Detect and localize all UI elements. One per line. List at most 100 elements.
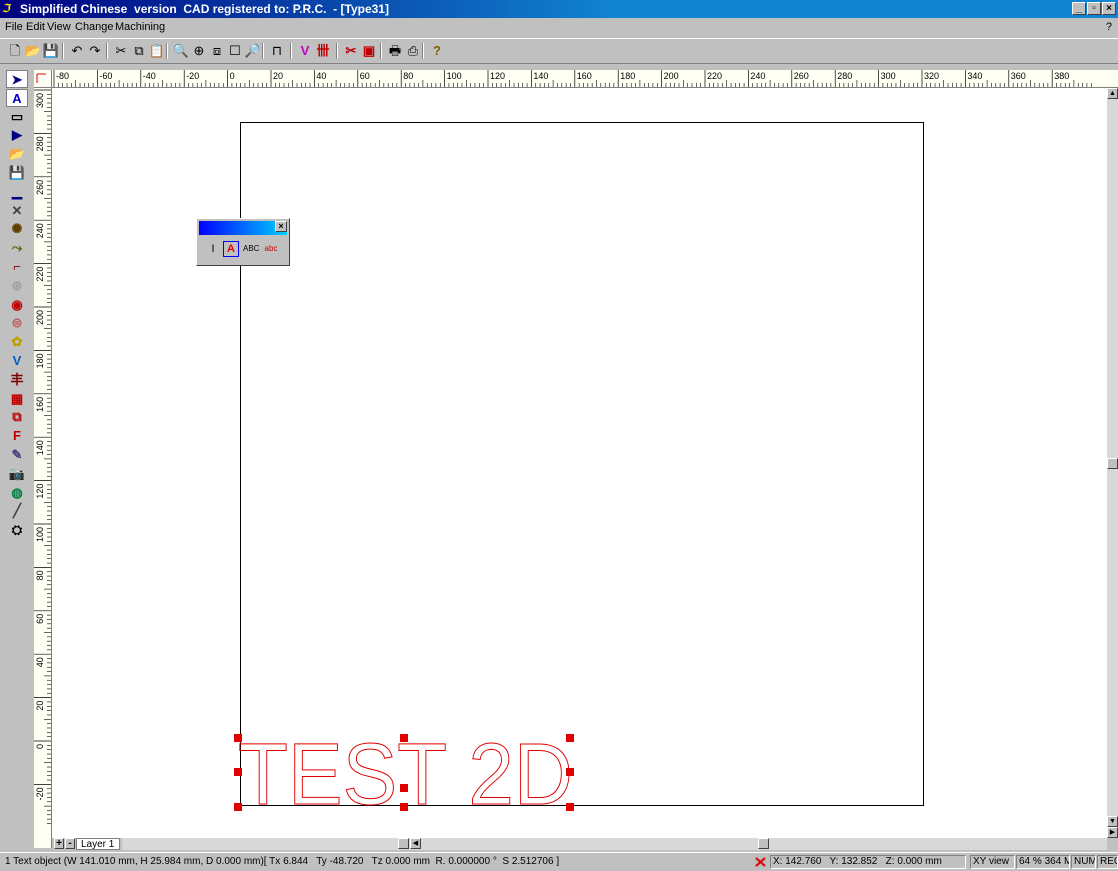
simulate-icon[interactable]: ▣ <box>360 42 378 60</box>
machine-icon[interactable]: ⛭ <box>6 521 28 539</box>
menu-change[interactable]: Change <box>75 21 114 33</box>
scroll-right-button[interactable]: ▶ <box>1107 827 1118 838</box>
v-ruler-label: 240 <box>35 223 45 238</box>
engrave-icon[interactable]: 卌 <box>314 42 332 60</box>
selection-handle-middle-right[interactable] <box>566 768 574 776</box>
text-tool-icon[interactable]: A <box>6 88 28 107</box>
cad-app-icon[interactable]: ℑ <box>2 2 16 16</box>
new-file-icon[interactable]: 🗋 <box>6 42 24 60</box>
weld-icon[interactable]: ✺ <box>6 220 28 238</box>
h-ruler-label: 380 <box>1054 71 1069 81</box>
select-arrow-icon[interactable]: ➤ <box>6 70 28 88</box>
selection-handle-bottom-right[interactable] <box>566 803 574 811</box>
print-icon[interactable]: 🖶 <box>386 42 404 60</box>
zoom-page-icon[interactable]: ☐ <box>226 42 244 60</box>
text-cursor-icon[interactable]: I <box>205 241 221 257</box>
save-icon[interactable]: 💾 <box>42 42 60 60</box>
vertical-scrollbar[interactable]: ▲ ▼ ▶ <box>1107 88 1118 838</box>
selected-text-object[interactable]: TEST 2D <box>238 726 578 824</box>
text-on-path-icon[interactable]: ABC <box>243 241 259 257</box>
remove-layer-button[interactable]: - <box>65 838 75 849</box>
grid-icon[interactable]: ▦ <box>6 390 28 408</box>
zoom-in-icon[interactable]: ⊕ <box>190 42 208 60</box>
menu-view[interactable]: View <box>47 21 71 33</box>
camera-icon[interactable]: 📷 <box>6 465 28 483</box>
redo-icon[interactable]: ↷ <box>86 42 104 60</box>
horizontal-scrollbar[interactable]: ◀ <box>122 838 1107 850</box>
paste-icon[interactable]: 📋 <box>148 42 166 60</box>
palette-icon[interactable]: ✿ <box>6 333 28 351</box>
menu-file[interactable]: File <box>5 21 23 33</box>
palette-title-bar[interactable] <box>199 221 287 235</box>
v-ruler-label: 20 <box>35 701 45 711</box>
menu-machining[interactable]: Machining <box>115 21 165 33</box>
layer-tab[interactable]: Layer 1 <box>76 838 120 850</box>
toolbar-separator <box>336 43 338 59</box>
selection-handle-bottom-left[interactable] <box>234 803 242 811</box>
v-ruler-label: 60 <box>35 614 45 624</box>
scroll-down-button[interactable]: ▼ <box>1107 816 1118 827</box>
selection-center-marker[interactable] <box>400 784 408 792</box>
open-file-icon[interactable]: 📂 <box>24 42 42 60</box>
cut-icon[interactable]: ✂ <box>112 42 130 60</box>
rectangle-tool-icon[interactable]: ▭ <box>6 108 28 126</box>
scroll-left-button[interactable]: ◀ <box>410 838 421 849</box>
close-button[interactable]: × <box>1102 2 1116 15</box>
sketch-icon[interactable]: ✎ <box>6 446 28 464</box>
v-ruler-label: 220 <box>35 267 45 282</box>
zoom-icon[interactable]: 🔍 <box>172 42 190 60</box>
measure-icon[interactable]: ⊓ <box>268 42 286 60</box>
horizontal-scroll-thumb[interactable] <box>758 838 769 849</box>
node-edit-icon[interactable]: ▶ <box>6 126 28 144</box>
no-snap-icon[interactable] <box>754 856 767 868</box>
menu-help[interactable]: ? <box>1106 21 1112 33</box>
selection-handle-middle-left[interactable] <box>234 768 242 776</box>
help-icon[interactable]: ? <box>428 42 446 60</box>
text-tools-palette[interactable]: × I A ABC abc <box>196 218 290 266</box>
material-sheet[interactable] <box>240 122 924 806</box>
v-ruler-label: 160 <box>35 397 45 412</box>
zoom-all-icon[interactable]: 🔎 <box>244 42 262 60</box>
array-icon[interactable]: ⊛ <box>6 277 28 295</box>
copy-icon[interactable]: ⧉ <box>130 42 148 60</box>
h-ruler-label: 240 <box>750 71 765 81</box>
3d-icon[interactable]: ◍ <box>6 484 28 502</box>
trace-icon[interactable]: ✕ <box>6 202 28 220</box>
layer-split-box[interactable] <box>398 838 409 849</box>
undo-icon[interactable]: ↶ <box>68 42 86 60</box>
selection-handle-top-center[interactable] <box>400 734 408 742</box>
save-drawing-icon[interactable]: 💾 <box>6 164 28 182</box>
mirror-icon[interactable]: ◉ <box>6 296 28 314</box>
frame-icon[interactable]: ⧉ <box>6 408 28 426</box>
line-tool-icon[interactable]: ▁ <box>6 183 28 201</box>
restore-button[interactable]: ▫ <box>1087 2 1101 15</box>
selection-handle-top-left[interactable] <box>234 734 242 742</box>
drawing-canvas[interactable]: TEST 2D <box>52 88 1107 838</box>
rotate-icon[interactable]: ⊜ <box>6 314 28 332</box>
add-layer-button[interactable]: + <box>54 838 64 849</box>
fillet-icon[interactable]: ⌐ <box>6 258 28 276</box>
offset-icon[interactable]: ⤳ <box>6 239 28 257</box>
vbit-icon[interactable]: V <box>6 352 28 370</box>
h-ruler-label: 0 <box>230 71 235 81</box>
align-icon[interactable]: 丰 <box>6 371 28 389</box>
zoom-window-icon[interactable]: ⧈ <box>208 42 226 60</box>
text-edit-icon[interactable]: abc <box>263 241 279 257</box>
toolpath-icon[interactable]: ✂ <box>342 42 360 60</box>
menu-edit[interactable]: Edit <box>26 21 45 33</box>
palette-close-button[interactable]: × <box>275 221 287 232</box>
vertical-scroll-thumb[interactable] <box>1107 458 1118 469</box>
ruler-corner[interactable] <box>34 70 52 88</box>
scroll-up-button[interactable]: ▲ <box>1107 88 1118 99</box>
selection-handle-top-right[interactable] <box>566 734 574 742</box>
knife-icon[interactable]: ╱ <box>6 502 28 520</box>
selection-handle-bottom-center[interactable] <box>400 803 408 811</box>
vcarve-icon[interactable]: V <box>296 42 314 60</box>
title-bar: ℑ Simplified Chinese version CAD registe… <box>0 0 1118 18</box>
text-frame-icon[interactable]: A <box>223 241 239 257</box>
minimize-button[interactable]: _ <box>1072 2 1086 15</box>
font-icon[interactable]: F <box>6 427 28 445</box>
import-icon[interactable]: 📂 <box>6 145 28 163</box>
print-preview-icon[interactable]: ⎙ <box>404 42 422 60</box>
v-ruler-label: 260 <box>35 180 45 195</box>
